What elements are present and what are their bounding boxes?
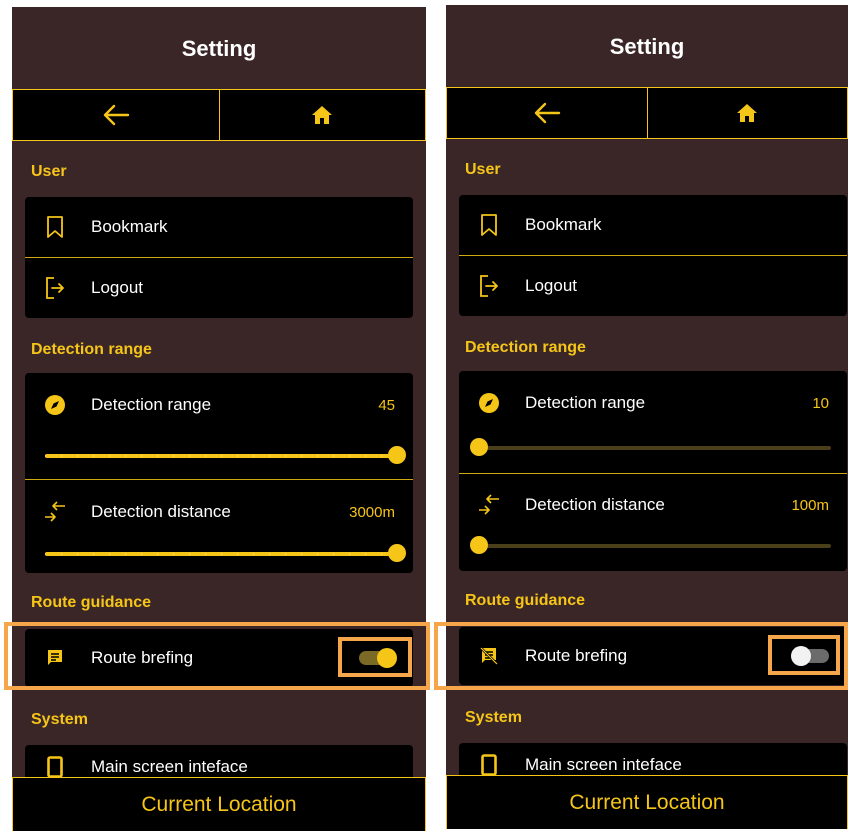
page-title: Setting <box>609 34 685 59</box>
detection-distance-row: Detection distance 100m <box>459 474 847 536</box>
detection-distance-value: 100m <box>791 496 829 514</box>
detection-range-label: Detection range <box>91 395 212 414</box>
detection-card: Detection range 45 Detection distance 30… <box>25 373 413 573</box>
distance-arrows-icon <box>477 493 501 517</box>
settings-panel-right: Setting User Bookmark Logout Detection r… <box>446 5 848 829</box>
section-system: System <box>31 711 88 728</box>
back-button[interactable] <box>13 90 219 140</box>
message-off-icon <box>477 644 501 668</box>
slider-thumb[interactable] <box>470 536 488 554</box>
home-icon <box>311 105 333 125</box>
logout-icon <box>43 276 67 300</box>
toggle-knob <box>377 648 397 668</box>
route-card: Route brefing <box>25 629 413 687</box>
settings-panel-left: Setting User Bookmark Logout Detection r… <box>12 7 426 831</box>
page-title: Setting <box>181 36 257 61</box>
route-briefing-label: Route brefing <box>91 648 194 667</box>
detection-distance-slider[interactable] <box>470 536 831 554</box>
bookmark-label: Bookmark <box>525 215 602 234</box>
route-briefing-toggle[interactable] <box>791 646 829 666</box>
detection-range-value: 10 <box>812 394 829 412</box>
nav-bar <box>12 89 426 141</box>
phone-icon <box>477 753 501 777</box>
main-screen-label: Main screen inteface <box>525 755 682 774</box>
detection-range-slider[interactable] <box>470 438 831 456</box>
toggle-knob <box>791 646 811 666</box>
detection-distance-label: Detection distance <box>91 502 231 521</box>
logout-label: Logout <box>91 278 143 297</box>
detection-range-row: Detection range 45 <box>25 373 413 437</box>
user-card: Bookmark Logout <box>25 197 413 318</box>
logout-icon <box>477 274 501 298</box>
section-detection: Detection range <box>31 341 152 358</box>
home-icon <box>736 103 758 123</box>
arrow-left-icon <box>533 102 561 124</box>
detection-range-value: 45 <box>378 396 395 414</box>
detection-card: Detection range 10 Detection distance 10… <box>459 371 847 571</box>
section-user: User <box>31 163 67 180</box>
detection-distance-slider[interactable] <box>45 544 406 562</box>
compass-icon <box>43 393 67 417</box>
detection-range-row: Detection range 10 <box>459 371 847 435</box>
current-location-button[interactable]: Current Location <box>12 777 426 831</box>
logout-row[interactable]: Logout <box>25 258 413 318</box>
message-icon <box>43 646 67 670</box>
slider-ticks <box>45 455 397 457</box>
section-user: User <box>465 161 501 178</box>
bookmark-label: Bookmark <box>91 217 168 236</box>
detection-range-slider[interactable] <box>45 446 406 464</box>
route-briefing-label: Route brefing <box>525 646 628 665</box>
logout-label: Logout <box>525 276 577 295</box>
distance-arrows-icon <box>43 500 67 524</box>
slider-thumb[interactable] <box>388 446 406 464</box>
back-button[interactable] <box>447 88 647 138</box>
home-button[interactable] <box>646 88 848 138</box>
route-briefing-toggle[interactable] <box>359 648 397 668</box>
section-system: System <box>465 709 522 726</box>
section-detection: Detection range <box>465 339 586 356</box>
home-button[interactable] <box>218 90 426 140</box>
bookmark-row[interactable]: Bookmark <box>25 197 413 257</box>
detection-range-label: Detection range <box>525 393 646 412</box>
section-route: Route guidance <box>465 592 586 609</box>
section-route: Route guidance <box>31 594 152 611</box>
user-card: Bookmark Logout <box>459 195 847 316</box>
phone-icon <box>43 755 67 779</box>
slider-thumb[interactable] <box>470 438 488 456</box>
detection-distance-row: Detection distance 3000m <box>25 480 413 544</box>
logout-row[interactable]: Logout <box>459 256 847 316</box>
detection-distance-value: 3000m <box>349 503 395 521</box>
compass-icon <box>477 391 501 415</box>
route-briefing-row: Route brefing <box>459 627 847 685</box>
detection-distance-label: Detection distance <box>525 495 665 514</box>
route-briefing-row: Route brefing <box>25 629 413 687</box>
bookmark-icon <box>477 213 501 237</box>
bookmark-icon <box>43 215 67 239</box>
slider-ticks <box>45 553 397 555</box>
nav-bar <box>446 87 848 139</box>
route-card: Route brefing <box>459 627 847 685</box>
current-location-button[interactable]: Current Location <box>446 775 848 829</box>
bookmark-row[interactable]: Bookmark <box>459 195 847 255</box>
slider-thumb[interactable] <box>388 544 406 562</box>
main-screen-label: Main screen inteface <box>91 757 248 776</box>
arrow-left-icon <box>102 104 130 126</box>
